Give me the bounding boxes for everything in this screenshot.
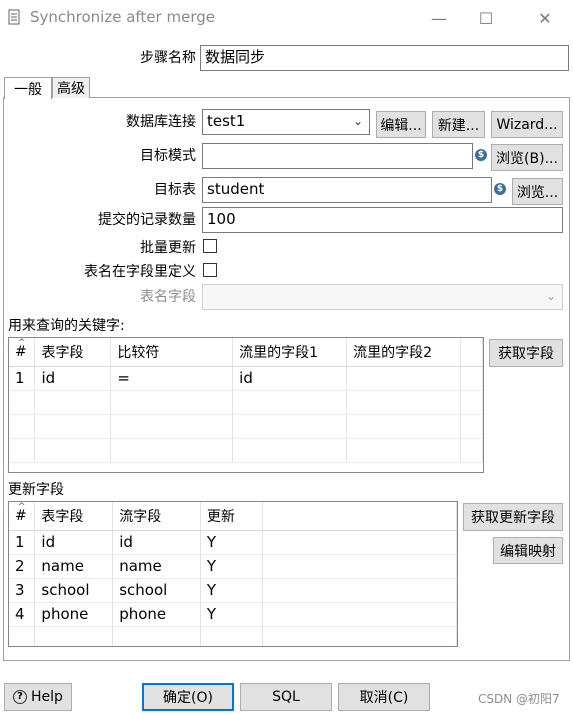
table-cell: 4 (9, 602, 36, 627)
update-fields-title: 更新字段 (8, 482, 64, 498)
table-header: # 表字段 比较符 流里的字段1 流里的字段2 (9, 338, 483, 367)
column-header: 流字段 (112, 502, 201, 531)
table-cell: 1 (9, 366, 36, 391)
chevron-down-icon: ⌄ (545, 289, 556, 303)
table-cell[interactable]: name (112, 554, 201, 579)
table-cell[interactable]: id (34, 530, 114, 555)
get-update-fields-button[interactable]: 获取更新字段 (463, 503, 563, 531)
table-row (9, 414, 483, 439)
update-fields-table[interactable]: ^ # 表字段 流字段 更新 1 id id Y 2 name name Y 3… (8, 501, 458, 647)
maximize-icon: ☐ (478, 8, 494, 28)
target-schema-input[interactable] (202, 143, 473, 169)
table-row (9, 626, 457, 646)
table-row[interactable]: 1 id = id (9, 366, 483, 391)
table-cell[interactable]: id (112, 530, 201, 555)
column-header: 表字段 (34, 338, 112, 367)
variable-icon: $ (494, 183, 506, 195)
window-title: Synchronize after merge (30, 8, 215, 26)
sort-icon: ^ (18, 338, 26, 348)
table-row[interactable]: 1 id id Y (9, 530, 457, 555)
close-icon: ✕ (538, 8, 552, 28)
batch-update-checkbox[interactable] (203, 239, 217, 253)
table-row[interactable]: 2 name name Y (9, 554, 457, 579)
table-cell[interactable]: name (34, 554, 114, 579)
column-header: 表字段 (34, 502, 114, 531)
maximize-button[interactable]: ☐ (463, 0, 509, 36)
tablename-in-field-label: 表名在字段里定义 (84, 264, 196, 280)
batch-update-label: 批量更新 (140, 240, 196, 256)
edit-mapping-button[interactable]: 编辑映射 (493, 537, 563, 564)
step-name-input[interactable]: 数据同步 (200, 45, 569, 71)
db-connection-value: test1 (207, 112, 246, 130)
table-cell[interactable]: Y (200, 530, 263, 555)
table-row (9, 390, 483, 415)
db-connection-select[interactable]: test1 ⌄ (202, 109, 370, 135)
minimize-button[interactable]: — (416, 0, 462, 36)
table-cell[interactable]: phone (112, 602, 201, 627)
table-cell[interactable] (346, 366, 461, 391)
keys-title: 用来查询的关键字: (8, 318, 125, 334)
column-header: 流里的字段2 (346, 338, 461, 367)
table-cell: 2 (9, 554, 36, 579)
keys-table[interactable]: ^ # 表字段 比较符 流里的字段1 流里的字段2 1 id = id (8, 337, 484, 473)
watermark: CSDN @初阳7 (478, 692, 560, 706)
variable-icon: $ (475, 149, 487, 161)
table-cell[interactable]: id (34, 366, 112, 391)
target-schema-label: 目标模式 (140, 148, 196, 164)
target-table-label: 目标表 (154, 182, 196, 198)
table-header: # 表字段 流字段 更新 (9, 502, 457, 531)
table-cell: 1 (9, 530, 36, 555)
column-header: 比较符 (110, 338, 234, 367)
ok-button[interactable]: 确定(O) (142, 683, 234, 711)
new-connection-button[interactable]: 新建... (432, 111, 485, 138)
tablename-field-label: 表名字段 (140, 289, 196, 305)
column-header: 更新 (200, 502, 263, 531)
column-header: 流里的字段1 (232, 338, 348, 367)
chevron-down-icon: ⌄ (352, 114, 363, 128)
table-cell[interactable]: Y (200, 554, 263, 579)
cancel-button[interactable]: 取消(C) (338, 683, 430, 711)
commit-size-input[interactable]: 100 (202, 207, 563, 233)
sql-button[interactable]: SQL (240, 683, 332, 711)
help-label: Help (31, 689, 63, 705)
table-cell[interactable]: school (34, 578, 114, 603)
table-cell[interactable]: id (232, 366, 348, 391)
edit-connection-button[interactable]: 编辑... (376, 111, 426, 138)
table-cell: 3 (9, 578, 36, 603)
table-cell[interactable]: Y (200, 602, 263, 627)
step-name-label: 步骤名称 (140, 50, 196, 66)
wizard-button[interactable]: Wizard... (491, 111, 563, 138)
tab-advanced[interactable]: 高级 (52, 77, 90, 98)
table-cell[interactable]: Y (200, 578, 263, 603)
table-cell[interactable]: = (110, 366, 234, 391)
close-button[interactable]: ✕ (522, 0, 568, 36)
get-fields-button[interactable]: 获取字段 (489, 339, 563, 367)
sort-icon: ^ (18, 502, 26, 512)
tablename-in-field-checkbox[interactable] (203, 263, 217, 277)
tablename-field-select[interactable]: ⌄ (202, 284, 563, 310)
browse-schema-button[interactable]: 浏览(B)... (491, 144, 563, 171)
app-icon (8, 9, 20, 25)
table-row[interactable]: 3 school school Y (9, 578, 457, 603)
db-connection-label: 数据库连接 (126, 114, 196, 130)
table-row[interactable]: 4 phone phone Y (9, 602, 457, 627)
help-button[interactable]: ? Help (4, 683, 72, 711)
browse-table-button[interactable]: 浏览... (512, 178, 563, 205)
table-row (9, 438, 483, 463)
table-cell[interactable]: school (112, 578, 201, 603)
table-cell[interactable]: phone (34, 602, 114, 627)
minimize-icon: — (431, 8, 447, 28)
commit-size-label: 提交的记录数量 (98, 212, 196, 228)
help-icon: ? (13, 690, 28, 704)
tab-general[interactable]: 一般 (4, 77, 52, 99)
target-table-input[interactable]: student (202, 177, 492, 203)
